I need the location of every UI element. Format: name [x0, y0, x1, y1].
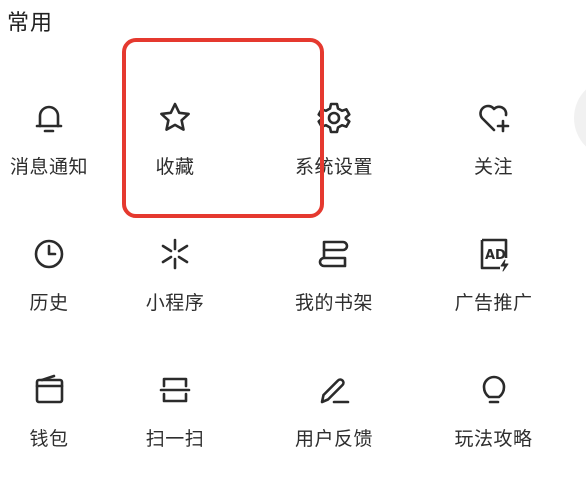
feedback-pen-icon: [314, 370, 354, 410]
menu-item-label: 系统设置: [294, 156, 373, 178]
gear-icon: [314, 98, 354, 138]
menu-item-follow[interactable]: 关注: [416, 80, 571, 216]
menu-item-label: 我的书架: [294, 292, 373, 314]
menu-item-wallet[interactable]: 钱包: [0, 352, 98, 488]
bookshelf-icon: [314, 234, 354, 274]
menu-item-ad-promotion[interactable]: AD 广告推广: [416, 216, 571, 352]
menu-item-feedback[interactable]: 用户反馈: [252, 352, 416, 488]
menu-item-label: 关注: [473, 156, 513, 178]
menu-item-label: 广告推广: [454, 292, 533, 314]
section-title: 常用: [7, 11, 54, 36]
menu-item-scan[interactable]: 扫一扫: [98, 352, 252, 488]
shortcut-grid: 消息通知 收藏 系统设置 关注 历史 小程序 我的书架 AD 广告推广 钱包 扫…: [0, 80, 586, 488]
menu-item-label: 收藏: [155, 156, 195, 178]
clock-icon: [29, 234, 69, 274]
svg-text:AD: AD: [485, 248, 506, 263]
menu-item-history[interactable]: 历史: [0, 216, 98, 352]
lightbulb-icon: [474, 370, 514, 410]
menu-item-favorites[interactable]: 收藏: [98, 80, 252, 216]
menu-item-label: 消息通知: [9, 156, 88, 178]
bell-icon: [29, 98, 69, 138]
menu-item-settings[interactable]: 系统设置: [252, 80, 416, 216]
menu-item-gameplay-guide[interactable]: 玩法攻略: [416, 352, 571, 488]
menu-item-label: 历史: [29, 292, 69, 314]
menu-item-label: 扫一扫: [145, 428, 205, 450]
mini-program-icon: [155, 234, 195, 274]
menu-item-label: 玩法攻略: [454, 428, 533, 450]
menu-item-label: 小程序: [145, 292, 205, 314]
wallet-icon: [29, 370, 69, 410]
menu-item-label: 用户反馈: [294, 428, 373, 450]
ad-icon: AD: [474, 234, 514, 274]
heart-plus-icon: [474, 98, 514, 138]
scan-icon: [155, 370, 195, 410]
menu-item-bookshelf[interactable]: 我的书架: [252, 216, 416, 352]
star-icon: [155, 98, 195, 138]
menu-item-notifications[interactable]: 消息通知: [0, 80, 98, 216]
menu-item-mini-programs[interactable]: 小程序: [98, 216, 252, 352]
menu-item-label: 钱包: [29, 428, 69, 450]
